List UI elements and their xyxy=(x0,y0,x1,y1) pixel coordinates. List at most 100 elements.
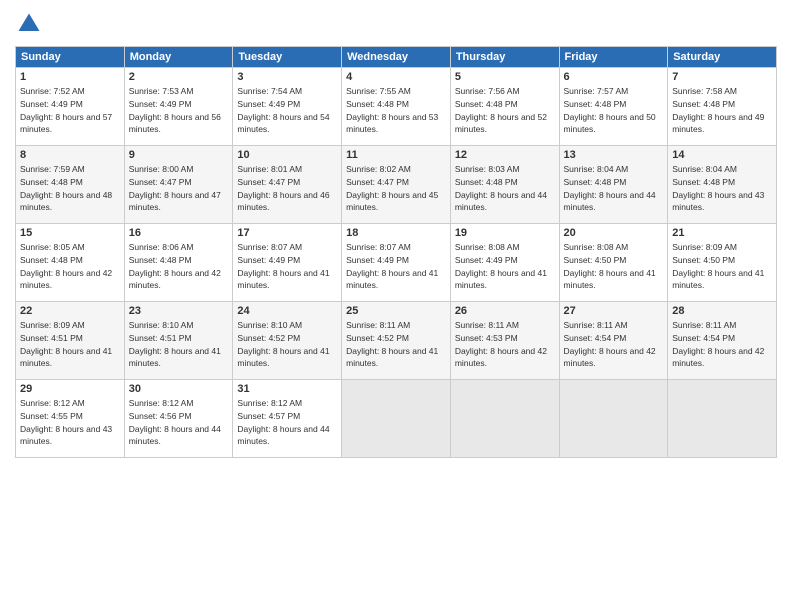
calendar-cell: 4 Sunrise: 7:55 AM Sunset: 4:48 PM Dayli… xyxy=(342,68,451,146)
day-number: 22 xyxy=(20,305,120,317)
day-detail: Sunrise: 7:57 AM Sunset: 4:48 PM Dayligh… xyxy=(564,85,664,136)
day-number: 2 xyxy=(129,71,229,83)
calendar-cell: 7 Sunrise: 7:58 AM Sunset: 4:48 PM Dayli… xyxy=(668,68,777,146)
day-number: 6 xyxy=(564,71,664,83)
day-number: 13 xyxy=(564,149,664,161)
day-header-tuesday: Tuesday xyxy=(233,47,342,68)
day-number: 29 xyxy=(20,383,120,395)
calendar-cell xyxy=(342,380,451,458)
day-number: 12 xyxy=(455,149,555,161)
calendar-cell: 28 Sunrise: 8:11 AM Sunset: 4:54 PM Dayl… xyxy=(668,302,777,380)
day-header-sunday: Sunday xyxy=(16,47,125,68)
day-detail: Sunrise: 8:08 AM Sunset: 4:49 PM Dayligh… xyxy=(455,241,555,292)
day-detail: Sunrise: 7:54 AM Sunset: 4:49 PM Dayligh… xyxy=(237,85,337,136)
calendar-table: SundayMondayTuesdayWednesdayThursdayFrid… xyxy=(15,46,777,458)
day-number: 28 xyxy=(672,305,772,317)
day-detail: Sunrise: 8:09 AM Sunset: 4:51 PM Dayligh… xyxy=(20,319,120,370)
calendar-header-row: SundayMondayTuesdayWednesdayThursdayFrid… xyxy=(16,47,777,68)
day-detail: Sunrise: 8:01 AM Sunset: 4:47 PM Dayligh… xyxy=(237,163,337,214)
day-number: 24 xyxy=(237,305,337,317)
calendar-cell: 10 Sunrise: 8:01 AM Sunset: 4:47 PM Dayl… xyxy=(233,146,342,224)
calendar-week-4: 22 Sunrise: 8:09 AM Sunset: 4:51 PM Dayl… xyxy=(16,302,777,380)
day-number: 5 xyxy=(455,71,555,83)
day-number: 8 xyxy=(20,149,120,161)
calendar-week-5: 29 Sunrise: 8:12 AM Sunset: 4:55 PM Dayl… xyxy=(16,380,777,458)
day-number: 26 xyxy=(455,305,555,317)
calendar-cell: 1 Sunrise: 7:52 AM Sunset: 4:49 PM Dayli… xyxy=(16,68,125,146)
calendar-cell: 27 Sunrise: 8:11 AM Sunset: 4:54 PM Dayl… xyxy=(559,302,668,380)
calendar-cell: 22 Sunrise: 8:09 AM Sunset: 4:51 PM Dayl… xyxy=(16,302,125,380)
day-number: 18 xyxy=(346,227,446,239)
day-detail: Sunrise: 7:56 AM Sunset: 4:48 PM Dayligh… xyxy=(455,85,555,136)
calendar-cell: 23 Sunrise: 8:10 AM Sunset: 4:51 PM Dayl… xyxy=(124,302,233,380)
day-detail: Sunrise: 8:12 AM Sunset: 4:56 PM Dayligh… xyxy=(129,397,229,448)
calendar-cell: 6 Sunrise: 7:57 AM Sunset: 4:48 PM Dayli… xyxy=(559,68,668,146)
day-number: 3 xyxy=(237,71,337,83)
logo-icon xyxy=(15,10,43,38)
day-detail: Sunrise: 8:10 AM Sunset: 4:51 PM Dayligh… xyxy=(129,319,229,370)
header xyxy=(15,10,777,38)
day-number: 9 xyxy=(129,149,229,161)
calendar-cell: 30 Sunrise: 8:12 AM Sunset: 4:56 PM Dayl… xyxy=(124,380,233,458)
day-number: 10 xyxy=(237,149,337,161)
calendar-cell: 9 Sunrise: 8:00 AM Sunset: 4:47 PM Dayli… xyxy=(124,146,233,224)
day-number: 30 xyxy=(129,383,229,395)
day-detail: Sunrise: 8:06 AM Sunset: 4:48 PM Dayligh… xyxy=(129,241,229,292)
day-detail: Sunrise: 8:03 AM Sunset: 4:48 PM Dayligh… xyxy=(455,163,555,214)
day-number: 4 xyxy=(346,71,446,83)
day-detail: Sunrise: 7:58 AM Sunset: 4:48 PM Dayligh… xyxy=(672,85,772,136)
day-detail: Sunrise: 8:07 AM Sunset: 4:49 PM Dayligh… xyxy=(237,241,337,292)
calendar-cell: 19 Sunrise: 8:08 AM Sunset: 4:49 PM Dayl… xyxy=(450,224,559,302)
page: SundayMondayTuesdayWednesdayThursdayFrid… xyxy=(0,0,792,612)
calendar-cell: 12 Sunrise: 8:03 AM Sunset: 4:48 PM Dayl… xyxy=(450,146,559,224)
day-detail: Sunrise: 7:53 AM Sunset: 4:49 PM Dayligh… xyxy=(129,85,229,136)
calendar-week-2: 8 Sunrise: 7:59 AM Sunset: 4:48 PM Dayli… xyxy=(16,146,777,224)
calendar-cell: 16 Sunrise: 8:06 AM Sunset: 4:48 PM Dayl… xyxy=(124,224,233,302)
calendar-cell: 25 Sunrise: 8:11 AM Sunset: 4:52 PM Dayl… xyxy=(342,302,451,380)
calendar-cell xyxy=(450,380,559,458)
day-number: 15 xyxy=(20,227,120,239)
day-detail: Sunrise: 8:11 AM Sunset: 4:54 PM Dayligh… xyxy=(672,319,772,370)
day-detail: Sunrise: 8:09 AM Sunset: 4:50 PM Dayligh… xyxy=(672,241,772,292)
day-detail: Sunrise: 7:52 AM Sunset: 4:49 PM Dayligh… xyxy=(20,85,120,136)
day-number: 27 xyxy=(564,305,664,317)
day-header-saturday: Saturday xyxy=(668,47,777,68)
calendar-cell: 3 Sunrise: 7:54 AM Sunset: 4:49 PM Dayli… xyxy=(233,68,342,146)
day-number: 11 xyxy=(346,149,446,161)
day-detail: Sunrise: 8:05 AM Sunset: 4:48 PM Dayligh… xyxy=(20,241,120,292)
calendar-week-1: 1 Sunrise: 7:52 AM Sunset: 4:49 PM Dayli… xyxy=(16,68,777,146)
calendar-cell: 5 Sunrise: 7:56 AM Sunset: 4:48 PM Dayli… xyxy=(450,68,559,146)
day-detail: Sunrise: 8:10 AM Sunset: 4:52 PM Dayligh… xyxy=(237,319,337,370)
day-detail: Sunrise: 7:59 AM Sunset: 4:48 PM Dayligh… xyxy=(20,163,120,214)
calendar-cell xyxy=(668,380,777,458)
day-detail: Sunrise: 8:02 AM Sunset: 4:47 PM Dayligh… xyxy=(346,163,446,214)
day-number: 19 xyxy=(455,227,555,239)
day-detail: Sunrise: 8:11 AM Sunset: 4:54 PM Dayligh… xyxy=(564,319,664,370)
calendar-cell: 18 Sunrise: 8:07 AM Sunset: 4:49 PM Dayl… xyxy=(342,224,451,302)
day-detail: Sunrise: 8:11 AM Sunset: 4:52 PM Dayligh… xyxy=(346,319,446,370)
day-number: 17 xyxy=(237,227,337,239)
day-detail: Sunrise: 7:55 AM Sunset: 4:48 PM Dayligh… xyxy=(346,85,446,136)
day-number: 16 xyxy=(129,227,229,239)
day-detail: Sunrise: 8:11 AM Sunset: 4:53 PM Dayligh… xyxy=(455,319,555,370)
day-number: 20 xyxy=(564,227,664,239)
day-header-wednesday: Wednesday xyxy=(342,47,451,68)
day-number: 25 xyxy=(346,305,446,317)
calendar-cell: 2 Sunrise: 7:53 AM Sunset: 4:49 PM Dayli… xyxy=(124,68,233,146)
day-detail: Sunrise: 8:12 AM Sunset: 4:55 PM Dayligh… xyxy=(20,397,120,448)
logo xyxy=(15,10,47,38)
day-detail: Sunrise: 8:04 AM Sunset: 4:48 PM Dayligh… xyxy=(672,163,772,214)
calendar-cell: 29 Sunrise: 8:12 AM Sunset: 4:55 PM Dayl… xyxy=(16,380,125,458)
calendar-cell: 15 Sunrise: 8:05 AM Sunset: 4:48 PM Dayl… xyxy=(16,224,125,302)
day-detail: Sunrise: 8:04 AM Sunset: 4:48 PM Dayligh… xyxy=(564,163,664,214)
day-number: 31 xyxy=(237,383,337,395)
day-number: 21 xyxy=(672,227,772,239)
calendar-cell xyxy=(559,380,668,458)
calendar-cell: 31 Sunrise: 8:12 AM Sunset: 4:57 PM Dayl… xyxy=(233,380,342,458)
calendar-cell: 21 Sunrise: 8:09 AM Sunset: 4:50 PM Dayl… xyxy=(668,224,777,302)
day-detail: Sunrise: 8:00 AM Sunset: 4:47 PM Dayligh… xyxy=(129,163,229,214)
calendar-cell: 17 Sunrise: 8:07 AM Sunset: 4:49 PM Dayl… xyxy=(233,224,342,302)
day-detail: Sunrise: 8:07 AM Sunset: 4:49 PM Dayligh… xyxy=(346,241,446,292)
calendar-week-3: 15 Sunrise: 8:05 AM Sunset: 4:48 PM Dayl… xyxy=(16,224,777,302)
calendar-cell: 11 Sunrise: 8:02 AM Sunset: 4:47 PM Dayl… xyxy=(342,146,451,224)
